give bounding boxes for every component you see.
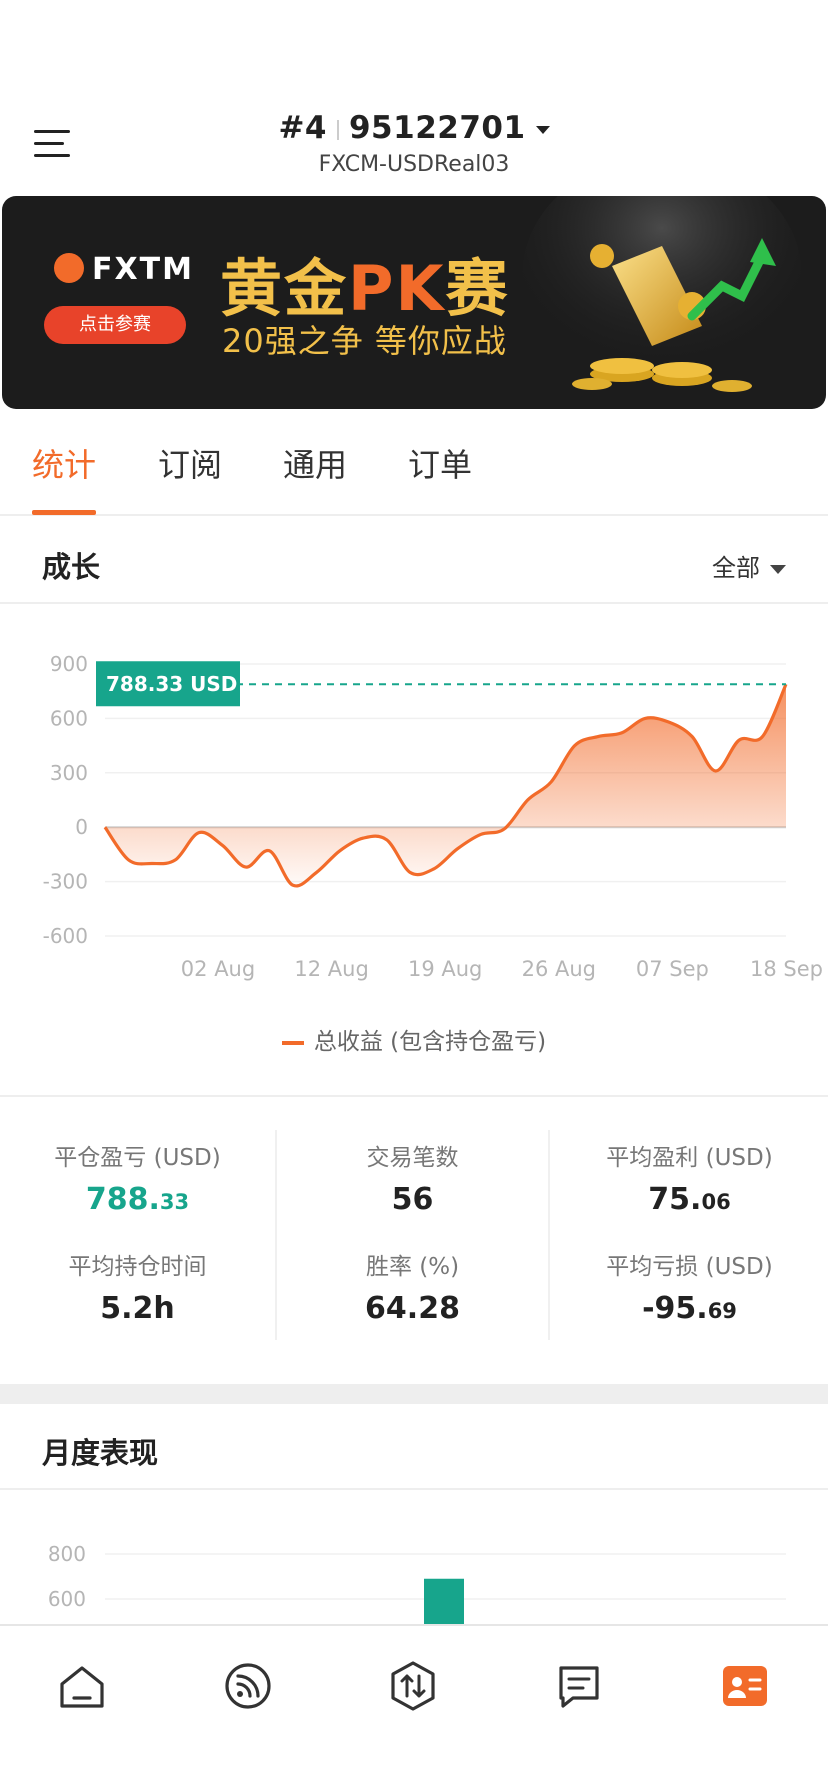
trades-value: 56 [391, 1182, 434, 1217]
last-value-label: 788.33 USD [106, 672, 237, 696]
win-rate-label: 胜率 (%) [365, 1254, 460, 1280]
messages-icon[interactable] [551, 1658, 607, 1714]
avg-profit-value: 75.06 [648, 1182, 731, 1217]
monthly-chart: 800 600 [48, 1542, 786, 1624]
avg-hold-label: 平均持仓时间 [68, 1254, 207, 1280]
promo-subtitle: 20强之争 等你应战 [222, 322, 507, 360]
y-tick-label: 0 [75, 815, 88, 839]
monthly-title: 月度表现 [42, 1436, 159, 1470]
avg-hold-value: 5.2h [100, 1291, 175, 1326]
win-rate-value: 64.28 [365, 1291, 460, 1326]
tab-general[interactable]: 通用 [283, 440, 347, 486]
legend-swatch [281, 1040, 304, 1045]
trade-icon[interactable] [385, 1658, 441, 1714]
tab-orders[interactable]: 订单 [408, 440, 472, 486]
profile-icon[interactable] [717, 1658, 773, 1714]
y-tick-label: 300 [50, 761, 88, 785]
avg-profit-label: 平均盈利 (USD) [606, 1145, 773, 1171]
monthly-header: 月度表现 [0, 1404, 828, 1490]
closed-pnl-value: 788.33 [85, 1182, 190, 1217]
account-selector[interactable]: #4 95122701 FXCM-USDReal03 [0, 110, 828, 177]
fxtm-logo-mark [54, 252, 84, 283]
promo-banner[interactable]: FXTM 点击参赛 黄金PK赛 20强之争 等你应战 [2, 196, 826, 409]
x-tick-label: 18 Sep [750, 957, 823, 981]
x-tick-label: 12 Aug [294, 957, 368, 981]
home-icon[interactable] [54, 1658, 110, 1714]
stats-col-middle: 交易笔数 56 胜率 (%) 64.28 [275, 1130, 550, 1340]
stats-grid: 平仓盈亏 (USD) 788.33 平均持仓时间 5.2h 交易笔数 56 胜率… [0, 1130, 828, 1350]
chevron-down-icon [535, 125, 550, 134]
account-number: 95122701 [348, 110, 526, 146]
app-header: #4 95122701 FXCM-USDReal03 [0, 100, 828, 190]
growth-area [105, 684, 786, 886]
avg-loss-label: 平均亏损 (USD) [606, 1254, 773, 1280]
tab-subscription[interactable]: 订阅 [158, 440, 222, 486]
y-tick-label: -600 [43, 924, 88, 948]
tab-stats[interactable]: 统计 [32, 440, 96, 486]
active-tab-indicator [32, 510, 96, 515]
y-tick-label: 800 [48, 1542, 86, 1566]
y-tick-label: 600 [50, 706, 88, 730]
growth-title: 成长 [42, 550, 101, 584]
y-tick-label: -300 [43, 870, 88, 894]
tab-bar: 统计 订阅 通用 订单 [0, 440, 828, 516]
y-tick-label: 900 [50, 652, 88, 676]
x-tick-label: 19 Aug [408, 957, 482, 981]
x-tick-label: 07 Sep [636, 957, 709, 981]
monthly-bar [424, 1578, 464, 1624]
section-divider [0, 1095, 828, 1097]
account-rank: #4 [278, 110, 327, 146]
feed-icon[interactable] [220, 1658, 276, 1714]
stats-col-left: 平仓盈亏 (USD) 788.33 平均持仓时间 5.2h [0, 1130, 275, 1340]
bottom-nav [0, 1624, 828, 1792]
y-tick-label: 600 [48, 1587, 86, 1611]
trades-label: 交易笔数 [366, 1145, 459, 1171]
closed-pnl-label: 平仓盈亏 (USD) [54, 1145, 221, 1171]
fxtm-logo: FXTM [54, 252, 194, 287]
chart-legend: 总收益 (包含持仓盈亏) [0, 1022, 828, 1056]
growth-chart: 900 600 300 0 -300 -600 02 Aug 12 Aug 19 Aug 26 A… [43, 652, 823, 981]
range-filter[interactable]: 全部 [712, 548, 786, 583]
section-separator [0, 1384, 828, 1404]
promo-title: 黄金PK赛 [220, 252, 510, 325]
stats-col-right: 平均盈利 (USD) 75.06 平均亏损 (USD) -95.69 [552, 1130, 827, 1340]
chevron-down-icon [770, 564, 786, 574]
server-name: FXCM-USDReal03 [318, 152, 510, 177]
avg-loss-value: -95.69 [642, 1291, 737, 1326]
x-tick-label: 26 Aug [522, 957, 596, 981]
growth-header: 成长 全部 [0, 518, 828, 604]
join-contest-button[interactable]: 点击参赛 [44, 306, 186, 344]
x-tick-label: 02 Aug [181, 957, 255, 981]
